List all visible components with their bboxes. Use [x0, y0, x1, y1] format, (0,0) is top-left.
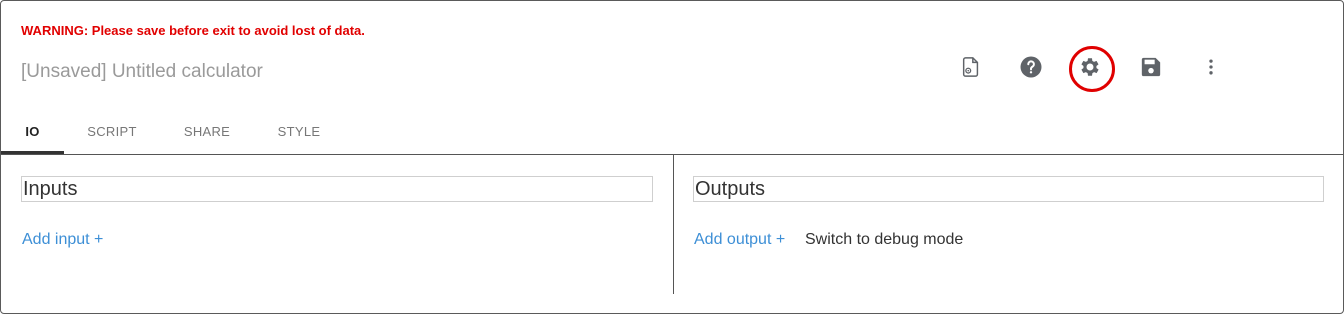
calculator-editor: WARNING: Please save before exit to avoi… — [0, 0, 1344, 314]
file-settings-icon — [960, 56, 982, 78]
debug-mode-toggle[interactable]: Switch to debug mode — [805, 231, 963, 249]
help-button[interactable] — [1009, 45, 1053, 89]
file-settings-button[interactable] — [949, 45, 993, 89]
settings-button[interactable] — [1068, 45, 1112, 89]
help-icon — [1019, 55, 1043, 79]
tab-script[interactable]: SCRIPT — [64, 109, 160, 153]
tabs-divider — [1, 154, 1343, 155]
panel-divider — [673, 155, 674, 294]
tab-style[interactable]: STYLE — [254, 109, 344, 153]
save-button[interactable] — [1129, 45, 1173, 89]
tab-share[interactable]: SHARE — [160, 109, 254, 153]
toolbar — [1, 45, 1343, 89]
outputs-heading: Outputs — [693, 176, 1324, 202]
inputs-heading: Inputs — [21, 176, 653, 202]
add-output-link[interactable]: Add output + — [694, 231, 785, 249]
save-icon — [1140, 56, 1162, 78]
more-vert-icon — [1201, 57, 1221, 77]
more-options-button[interactable] — [1189, 45, 1233, 89]
settings-icon — [1078, 55, 1102, 79]
tab-io[interactable]: IO — [1, 109, 64, 153]
warning-message: WARNING: Please save before exit to avoi… — [21, 23, 365, 38]
tab-bar: IO SCRIPT SHARE STYLE — [1, 109, 1343, 154]
add-input-link[interactable]: Add input + — [22, 231, 103, 249]
